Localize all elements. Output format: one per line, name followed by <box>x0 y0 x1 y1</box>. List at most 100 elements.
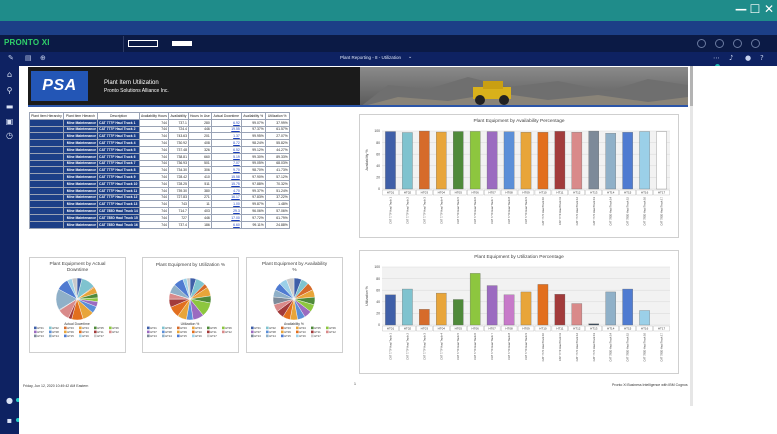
table-cell: CAT 777F Haul Truck 13 <box>97 200 140 209</box>
home-icon[interactable]: ⌂ <box>5 70 14 79</box>
bar <box>419 130 430 190</box>
recent-icon[interactable]: ◷ <box>5 131 14 140</box>
report-path[interactable]: Plant Reporting - 8 - Utilization <box>340 55 401 60</box>
chevron-down-icon[interactable]: ⌄ <box>408 54 412 60</box>
more-icon[interactable]: ⋯ <box>713 54 720 63</box>
table-cell: Mine Maintenance <box>63 125 98 134</box>
legend-label: HT05 <box>210 326 217 330</box>
column-header[interactable]: Hours In Use <box>187 112 212 120</box>
table-cell[interactable]: 5.19 <box>210 152 242 161</box>
legend-label: HT06 <box>225 326 232 330</box>
table-row[interactable]: Mine Maintenance CAT 777F Haul Truck 11 74… <box>29 186 290 195</box>
report-scrollbar[interactable] <box>690 66 693 406</box>
table-row[interactable]: Mine Maintenance CAT 785D Haul Truck 15 74… <box>29 213 290 222</box>
table-row[interactable]: Mine Maintenance CAT 777F Haul Truck 7 744… <box>29 159 290 168</box>
table-cell: CAT 777F Haul Truck 2 <box>97 125 140 134</box>
folder-icon[interactable]: ▬ <box>5 102 14 111</box>
table-cell[interactable]: 29.3 <box>210 207 242 215</box>
status-circle-2[interactable] <box>715 39 724 48</box>
table-cell: CAT 777F Haul Truck 6 <box>97 152 140 161</box>
table-row[interactable]: Mine Maintenance CAT 777F Haul Truck 10 74… <box>29 179 290 188</box>
legend-label: HT15 <box>180 334 187 338</box>
table-cell[interactable]: 6.52 <box>210 145 242 154</box>
app-tab-outline[interactable] <box>128 40 158 47</box>
user-icon[interactable]: ● <box>745 54 751 63</box>
table-cell[interactable]: 19.55 <box>210 125 242 134</box>
new-icon[interactable]: ▣ <box>5 117 14 126</box>
table-row[interactable]: Mine Maintenance CAT 777F Haul Truck 13 74… <box>29 200 290 209</box>
maximize-button[interactable]: ☐ <box>748 2 762 16</box>
table-row[interactable]: Mine Maintenance CAT 777F Haul Truck 4 744… <box>29 139 290 147</box>
chart-title: Downtime <box>66 268 89 273</box>
column-header[interactable]: Utilization % <box>264 112 290 120</box>
table-cell[interactable]: 15.58 <box>210 173 242 181</box>
table-cell: Mine Maintenance <box>63 118 98 127</box>
table-row[interactable]: Mine Maintenance CAT 777F Haul Truck 8 744… <box>29 166 290 175</box>
column-header[interactable]: Availability Hours <box>139 112 169 120</box>
legend-label: HT06 <box>112 326 119 330</box>
edit-icon[interactable]: ✎ <box>8 54 14 63</box>
bar <box>469 131 481 190</box>
legend-label: HT15 <box>67 334 74 338</box>
bar <box>656 131 667 190</box>
table-row[interactable]: Mine Maintenance CAT 785D Haul Truck 14 74… <box>29 207 290 215</box>
column-header[interactable]: Plant Item Hierarch <box>63 112 98 120</box>
table-row[interactable]: Mine Maintenance CAT 777F Haul Truck 3 744… <box>29 132 290 141</box>
scrollbar-thumb[interactable] <box>690 66 693 106</box>
pie-downtime-panel: Plant Equipment by Actual Downtime Actua… <box>29 257 126 353</box>
table-row[interactable]: Mine Maintenance CAT 777F Haul Truck 9 744… <box>29 173 290 181</box>
table-cell[interactable]: 1.00 <box>210 200 242 209</box>
minimize-button[interactable]: — <box>734 2 748 16</box>
table-cell: 744 <box>139 125 169 134</box>
bell-icon[interactable]: ♪ <box>729 54 733 63</box>
table-cell[interactable]: 9.70 <box>210 166 242 175</box>
table-cell[interactable]: 4.70 <box>210 186 242 195</box>
column-header[interactable]: Description <box>97 112 140 120</box>
table-cell[interactable]: 8.72 <box>210 139 242 147</box>
close-button[interactable]: ✕ <box>762 2 776 16</box>
table-cell: 744 <box>139 159 169 168</box>
settings-icon[interactable]: ▪ <box>5 416 14 425</box>
table-cell: 737.4 <box>167 220 189 229</box>
status-circle-1[interactable] <box>697 39 706 48</box>
table-row[interactable]: Mine Maintenance CAT 777F Haul Truck 5 744… <box>29 145 290 154</box>
table-cell[interactable]: 7.07 <box>210 159 242 168</box>
table-cell[interactable]: 6.60 <box>210 220 242 229</box>
table-cell: 728.25 <box>167 179 189 188</box>
table-row[interactable]: Mine Maintenance CAT 777F Haul Truck 1 744… <box>29 118 290 127</box>
table-cell: CAT 785D Haul Truck 14 <box>97 207 140 215</box>
search-icon[interactable]: ⚲ <box>5 86 14 95</box>
x-tick-label: HT17 <box>658 327 666 331</box>
bar <box>503 131 515 190</box>
column-header[interactable]: Plant Item Hierarchy <box>29 112 64 120</box>
table-row[interactable]: Mine Maintenance CAT 777F Haul Truck 6 744… <box>29 152 290 161</box>
table-cell[interactable]: 15.75 <box>210 179 242 188</box>
column-header[interactable]: Availability % <box>240 112 266 120</box>
column-header[interactable]: Actual Downtime <box>210 112 242 120</box>
bar <box>385 294 396 326</box>
window-band <box>0 21 777 35</box>
table-row[interactable]: Mine Maintenance CAT 785D Haul Truck 16 74… <box>29 220 290 229</box>
account-icon[interactable]: ● <box>5 396 14 405</box>
status-circle-3[interactable] <box>733 39 742 48</box>
x-tick-label: HT09 <box>522 191 530 195</box>
table-cell[interactable]: 16.17 <box>210 193 242 202</box>
x-category-label: CAT 777F Haul Truck 9 <box>524 196 528 223</box>
column-header[interactable]: Availability <box>167 112 189 120</box>
x-tick-label: HT14 <box>607 191 615 195</box>
table-cell[interactable]: 17.00 <box>210 213 242 222</box>
table-cell[interactable]: 1.37 <box>210 132 242 141</box>
app-tab-filled[interactable] <box>172 41 192 46</box>
table-row[interactable]: Mine Maintenance CAT 777F Haul Truck 12 74… <box>29 193 290 202</box>
table-cell: 446 <box>187 125 212 134</box>
save-icon[interactable]: ▤ <box>25 54 32 63</box>
availability-bar-panel: Plant Equipment by Availability Percenta… <box>359 114 679 238</box>
x-category-label: CAT 777F Haul Truck 8 <box>507 196 511 223</box>
table-row[interactable]: Mine Maintenance CAT 777F Haul Truck 2 744… <box>29 125 290 134</box>
status-circle-4[interactable] <box>751 39 760 48</box>
add-icon[interactable]: ⊕ <box>40 54 46 63</box>
help-icon[interactable]: ? <box>760 54 764 63</box>
x-tick-label: HT17 <box>658 191 666 195</box>
legend-label: HT04 <box>82 326 89 330</box>
table-cell[interactable]: 6.92 <box>210 118 242 127</box>
